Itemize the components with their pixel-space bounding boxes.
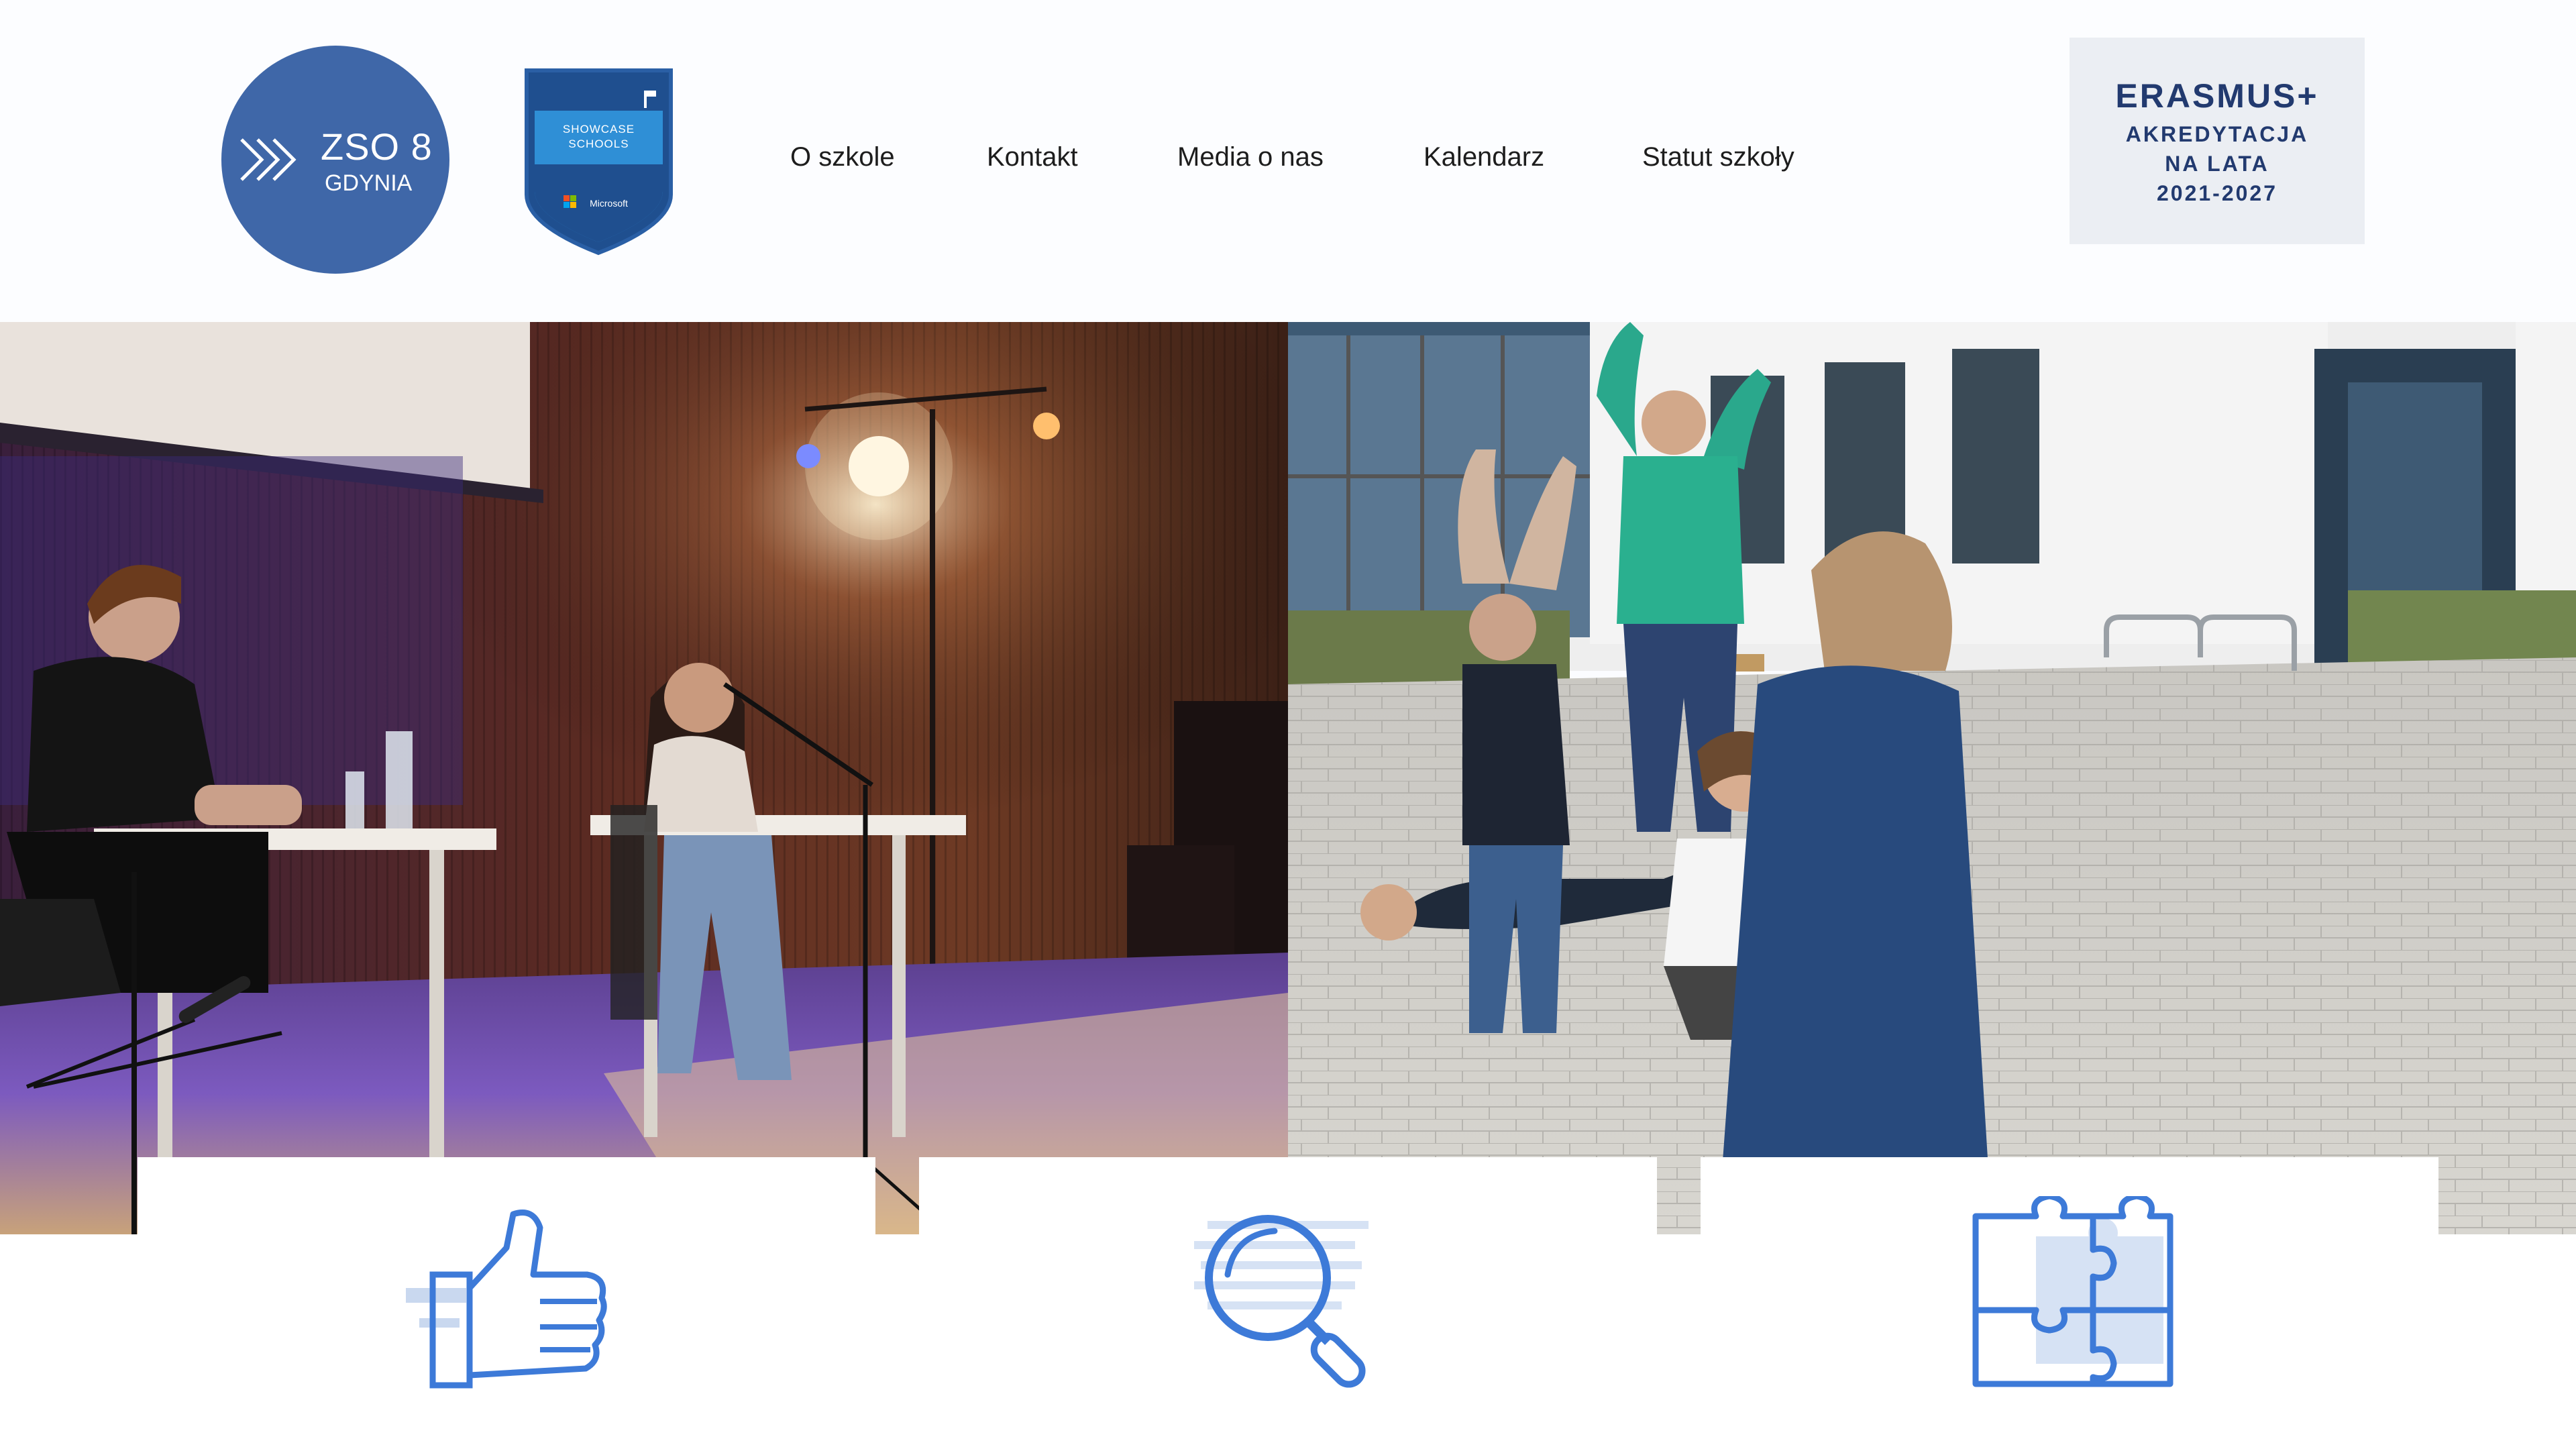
chevrons-icon (240, 138, 297, 181)
nav-kalendarz[interactable]: Kalendarz (1424, 142, 1544, 172)
nav-kontakt[interactable]: Kontakt (987, 142, 1078, 172)
badge-line1: SHOWCASE (562, 123, 635, 136)
kids-photo-image (1288, 322, 2576, 1234)
feature-card-puzzle[interactable] (1701, 1157, 2438, 1449)
nav-statut-szkoly[interactable]: Statut szkoły (1642, 142, 1794, 172)
shield-icon (525, 68, 673, 256)
feature-card-search[interactable] (919, 1157, 1657, 1449)
school-logo[interactable]: ZSO 8 GDYNIA (221, 46, 449, 274)
puzzle-icon (1972, 1196, 2174, 1387)
nav-media-o-nas[interactable]: Media o nas (1177, 142, 1324, 172)
site-header: ZSO 8 GDYNIA SHOWCASE SCHOOLS Microsoft (0, 0, 2576, 322)
hero-photo-stage (0, 322, 1288, 1234)
page: ZSO 8 GDYNIA SHOWCASE SCHOOLS Microsoft (0, 0, 2576, 1449)
showcase-schools-badge[interactable]: SHOWCASE SCHOOLS Microsoft (520, 64, 678, 258)
erasmus-accreditation-badge[interactable]: ERASMUS+ AKREDYTACJA NA LATA 2021-2027 (2070, 38, 2365, 244)
feature-card-recommend[interactable] (138, 1157, 875, 1449)
erasmus-line4: 2021-2027 (2156, 181, 2278, 205)
thumbs-up-icon (406, 1210, 607, 1389)
logo-title: ZSO 8 (321, 125, 433, 168)
badge-line2: SCHOOLS (568, 138, 629, 150)
stage-photo-image (0, 322, 1288, 1234)
erasmus-line3: NA LATA (2165, 152, 2269, 176)
badge-brand: Microsoft (590, 198, 628, 209)
nav-o-szkole[interactable]: O szkole (790, 142, 895, 172)
erasmus-title: ERASMUS+ (2115, 77, 2319, 115)
magnifier-icon (1194, 1215, 1368, 1388)
hero-photo-kids (1288, 322, 2576, 1234)
erasmus-line2: AKREDYTACJA (2125, 122, 2309, 146)
logo-subtitle: GDYNIA (325, 170, 413, 196)
